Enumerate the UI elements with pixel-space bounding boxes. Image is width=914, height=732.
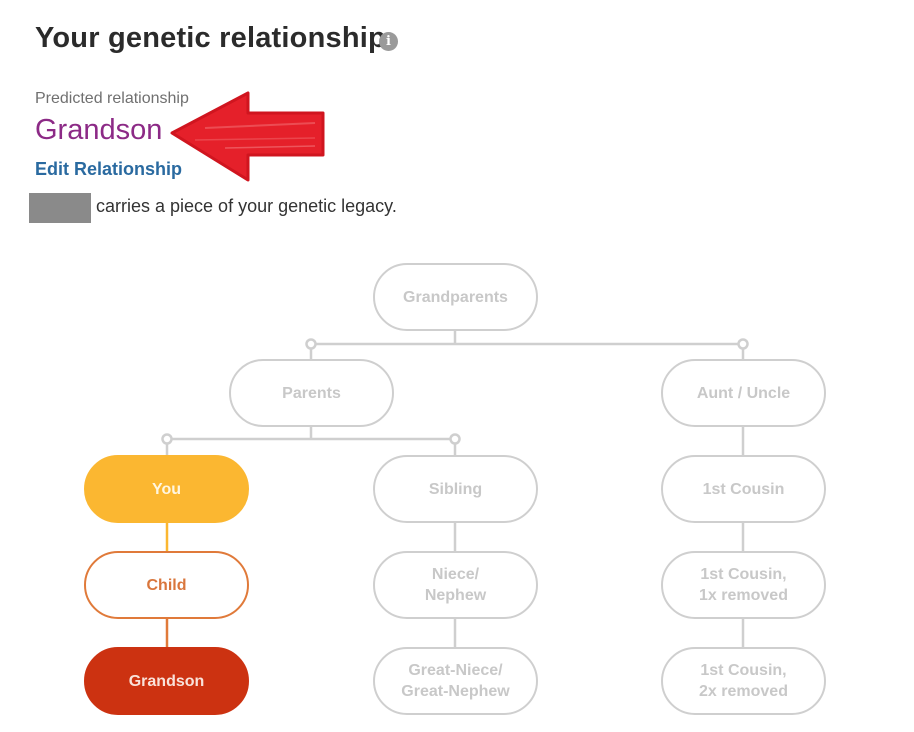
node-label: Grandson xyxy=(128,672,205,690)
node-first-cousin-2x-removed: 1st Cousin, 2x removed xyxy=(661,647,826,715)
connector-node xyxy=(737,338,749,350)
node-grandson: Grandson xyxy=(84,647,249,715)
node-parents: Parents xyxy=(229,359,394,427)
node-great-niece-nephew: Great-Niece/Great-Nephew xyxy=(373,647,538,715)
node-label: You xyxy=(151,480,182,498)
node-label-line2: Nephew xyxy=(424,587,487,604)
node-aunt-uncle: Aunt / Uncle xyxy=(661,359,826,427)
node-niece-nephew: Niece/Nephew xyxy=(373,551,538,619)
node-you: You xyxy=(84,455,249,523)
connector-node xyxy=(449,433,461,445)
node-label: Parents xyxy=(282,384,341,402)
node-label: 1st Cousin xyxy=(702,480,785,498)
node-label-line2: 1x removed xyxy=(699,587,788,604)
connector-node xyxy=(305,338,317,350)
connector-node xyxy=(161,433,173,445)
node-label: Aunt / Uncle xyxy=(696,384,791,402)
node-label-line1: Great-Niece/ xyxy=(408,662,503,679)
node-label-line1: 1st Cousin, xyxy=(700,662,787,679)
node-label-line2: 2x removed xyxy=(699,683,788,700)
node-sibling: Sibling xyxy=(373,455,538,523)
node-label-line2: Great-Nephew xyxy=(401,683,510,700)
node-grandparents: Grandparents xyxy=(373,263,538,331)
node-first-cousin: 1st Cousin xyxy=(661,455,826,523)
node-label-line1: 1st Cousin, xyxy=(700,566,787,583)
node-child: Child xyxy=(84,551,249,619)
node-label-line1: Niece/ xyxy=(431,566,480,583)
node-first-cousin-1x-removed: 1st Cousin, 1x removed xyxy=(661,551,826,619)
node-label: Child xyxy=(146,576,187,594)
node-label: Grandparents xyxy=(403,288,508,306)
node-label: Sibling xyxy=(428,480,483,498)
